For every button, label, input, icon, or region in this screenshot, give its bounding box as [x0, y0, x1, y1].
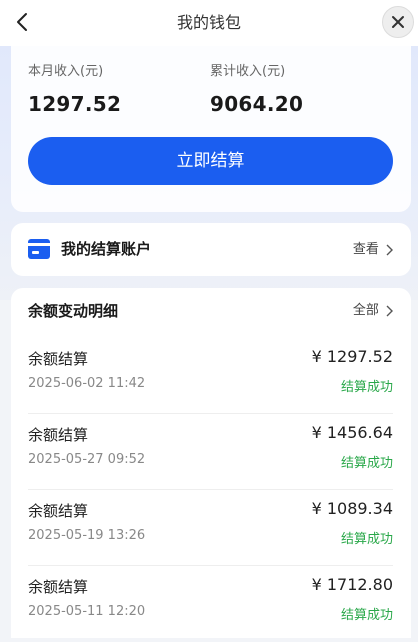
transaction-date: 2025-05-27 09:52	[28, 452, 146, 467]
chevron-right-icon	[386, 244, 393, 255]
close-icon	[392, 16, 404, 28]
transaction-amount: ¥ 1712.80	[311, 575, 393, 594]
transaction-row[interactable]: 余额结算 2025-06-02 11:42 ¥ 1297.52 结算成功	[28, 338, 393, 414]
transaction-name: 余额结算	[28, 578, 89, 596]
transaction-amount: ¥ 1456.64	[311, 423, 393, 442]
close-button[interactable]	[382, 6, 414, 38]
transaction-amount: ¥ 1297.52	[311, 347, 393, 366]
view-all-link[interactable]: 全部	[353, 288, 393, 334]
settlement-account-card[interactable]: 我的结算账户 查看	[11, 223, 411, 276]
balance-detail-title: 余额变动明细	[28, 302, 119, 320]
view-account-link[interactable]: 查看	[353, 223, 393, 276]
month-income-value: 1297.52	[28, 92, 122, 116]
transaction-name: 余额结算	[28, 350, 89, 368]
view-account-label: 查看	[352, 242, 379, 257]
income-summary-card: 本月收入(元) 1297.52 累计收入(元) 9064.20 立即结算	[11, 46, 411, 212]
transaction-row[interactable]: 余额结算 2025-05-27 09:52 ¥ 1456.64 结算成功	[28, 414, 393, 490]
balance-detail-card: 余额变动明细 全部 余额结算 2025-06-02 11:42 ¥ 1297.5…	[11, 288, 411, 638]
transaction-name: 余额结算	[28, 426, 89, 444]
month-income-label: 本月收入(元)	[28, 64, 104, 79]
transaction-row[interactable]: 余额结算 2025-05-19 13:26 ¥ 1089.34 结算成功	[28, 490, 393, 566]
transaction-date: 2025-05-11 12:20	[28, 604, 146, 619]
transaction-row[interactable]: 余额结算 2025-05-11 12:20 ¥ 1712.80 结算成功	[28, 566, 393, 642]
card-icon	[28, 239, 50, 259]
view-all-label: 全部	[352, 303, 379, 318]
transaction-status: 结算成功	[340, 380, 393, 395]
month-income-stat: 本月收入(元) 1297.52	[28, 60, 121, 116]
transaction-name: 余额结算	[28, 502, 89, 520]
transaction-date: 2025-06-02 11:42	[28, 376, 146, 391]
settle-now-button[interactable]: 立即结算	[28, 137, 393, 185]
chevron-right-icon	[386, 305, 393, 316]
transaction-status: 结算成功	[340, 608, 393, 623]
transaction-amount: ¥ 1089.34	[311, 499, 393, 518]
transaction-date: 2025-05-19 13:26	[28, 528, 146, 543]
page-title: 我的钱包	[176, 13, 241, 32]
transaction-status: 结算成功	[340, 532, 393, 547]
transaction-status: 结算成功	[340, 456, 393, 471]
settlement-account-title: 我的结算账户	[61, 240, 152, 258]
nav-bar: 我的钱包	[0, 0, 418, 46]
total-income-label: 累计收入(元)	[210, 64, 286, 79]
total-income-stat: 累计收入(元) 9064.20	[210, 60, 303, 116]
total-income-value: 9064.20	[210, 92, 304, 116]
